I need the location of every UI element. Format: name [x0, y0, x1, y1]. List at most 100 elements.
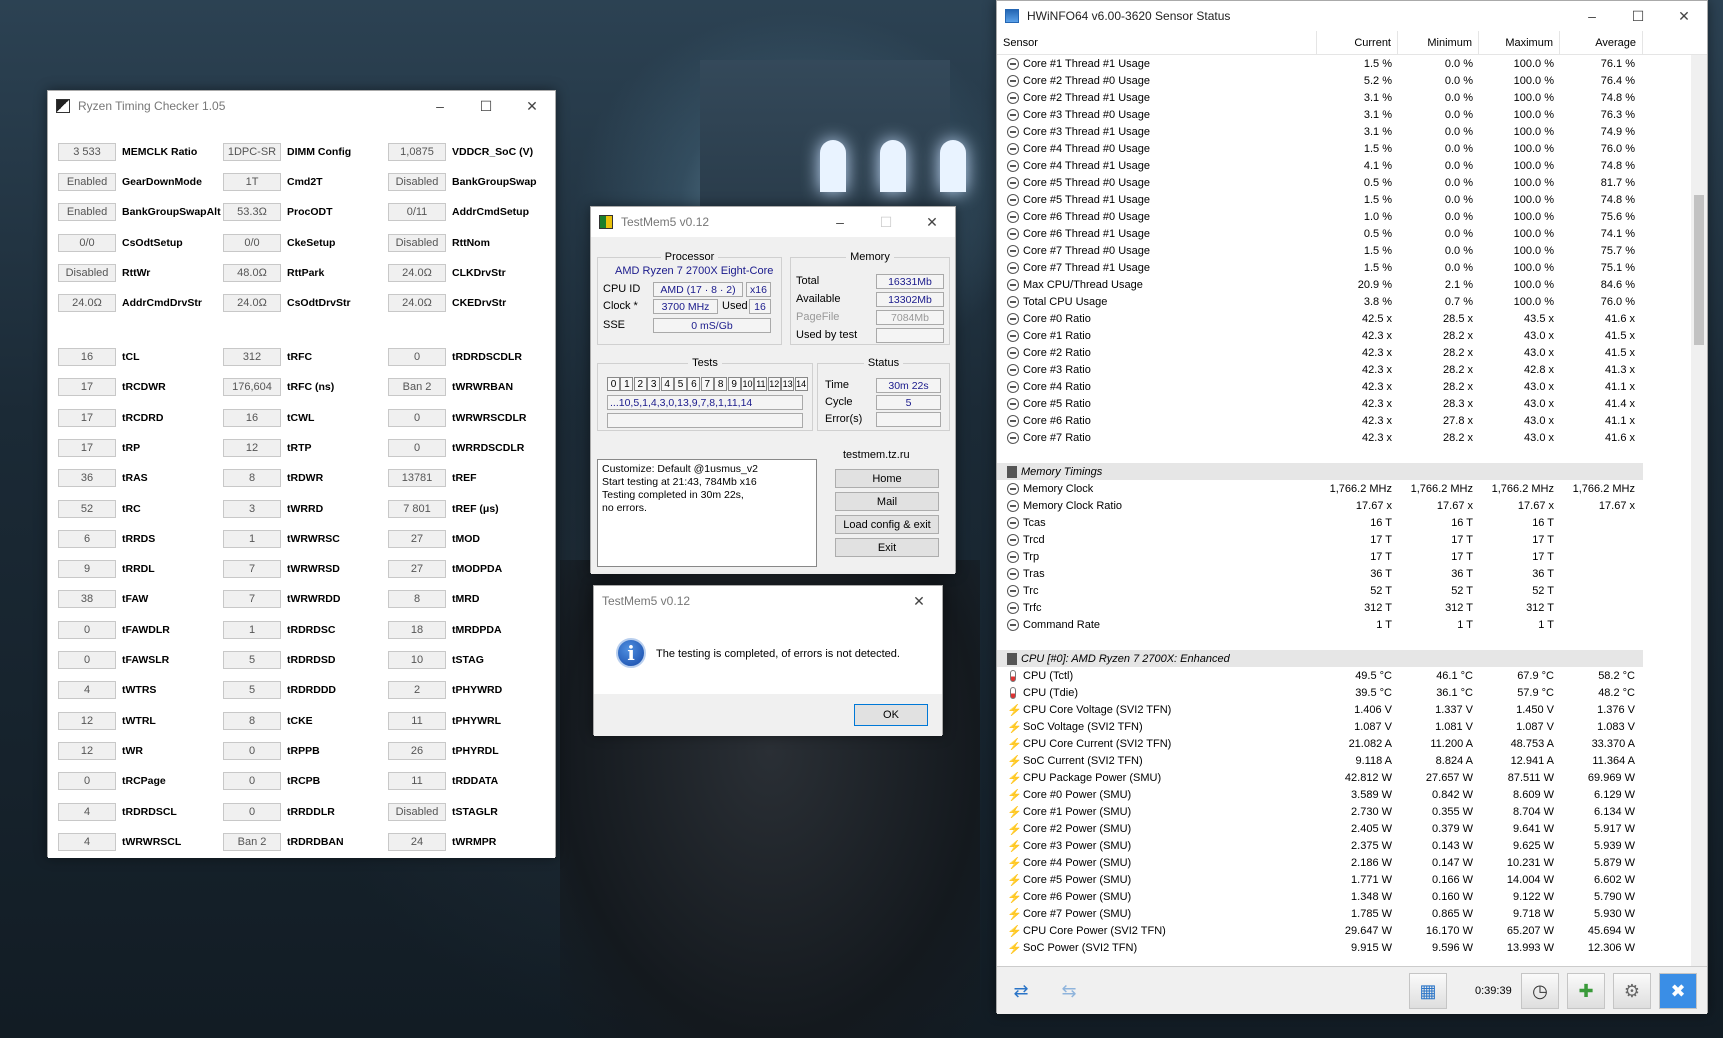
- sensor-row[interactable]: Command Rate 1 T 1 T 1 T: [997, 616, 1643, 633]
- sensor-minimum: 0.355 W: [1432, 805, 1473, 818]
- sensor-average: 17.67 x: [1598, 499, 1635, 512]
- sensor-row[interactable]: Core #6 Ratio 42.3 x 27.8 x 43.0 x 41.1 x: [997, 412, 1643, 429]
- timing-value: Enabled: [58, 203, 116, 222]
- close-button[interactable]: ✕: [509, 91, 555, 121]
- sensor-row[interactable]: ⚡ SoC Current (SVI2 TFN) 9.118 A 8.824 A 12.…: [997, 752, 1643, 769]
- sensor-row[interactable]: ⚡ Core #4 Power (SMU) 2.186 W 0.147 W 10.231…: [997, 854, 1643, 871]
- sensor-row[interactable]: Trfc 312 T 312 T 312 T: [997, 599, 1643, 616]
- maximize-button[interactable]: ☐: [1615, 1, 1661, 31]
- sensor-row[interactable]: Core #2 Thread #0 Usage 5.2 % 0.0 % 100.0 %…: [997, 72, 1643, 89]
- sensor-row[interactable]: ⚡ SoC Voltage (SVI2 TFN) 1.087 V 1.081 V 1.0…: [997, 718, 1643, 735]
- arrows-collapse-icon[interactable]: ⇆: [1049, 973, 1089, 1009]
- sensor-group-header[interactable]: CPU [#0]: AMD Ryzen 7 2700X: Enhanced: [997, 650, 1643, 667]
- sensor-row[interactable]: Trcd 17 T 17 T 17 T: [997, 531, 1643, 548]
- sensor-maximum: 100.0 %: [1513, 210, 1554, 223]
- load-config-exit-button[interactable]: Load config & exit: [835, 515, 939, 534]
- sensor-row[interactable]: Trp 17 T 17 T 17 T: [997, 548, 1643, 565]
- clock-icon: [1007, 193, 1019, 206]
- sensor-row[interactable]: Memory Clock Ratio 17.67 x 17.67 x 17.67 x 1…: [997, 497, 1643, 514]
- home-button[interactable]: Home: [835, 469, 939, 488]
- sensor-row[interactable]: ⚡ Core #2 Power (SMU) 2.405 W 0.379 W 9.641 …: [997, 820, 1643, 837]
- sensor-row[interactable]: ⚡ SoC Power (SVI2 TFN) 9.915 W 9.596 W 13.99…: [997, 939, 1643, 956]
- sensor-row[interactable]: Core #6 Thread #0 Usage 1.0 % 0.0 % 100.0 %…: [997, 208, 1643, 225]
- close-button[interactable]: ✕: [896, 586, 942, 616]
- sse-label: SSE: [603, 319, 626, 331]
- sensor-row[interactable]: Core #5 Thread #0 Usage 0.5 % 0.0 % 100.0 %…: [997, 174, 1643, 191]
- sensor-minimum: 17.67 x: [1436, 499, 1473, 512]
- sensor-row[interactable]: Core #5 Thread #1 Usage 1.5 % 0.0 % 100.0 %…: [997, 191, 1643, 208]
- sensor-row[interactable]: Core #3 Thread #1 Usage 3.1 % 0.0 % 100.0 %…: [997, 123, 1643, 140]
- close-button[interactable]: ✕: [1661, 1, 1707, 31]
- arrows-left-right-icon[interactable]: ⇄: [1001, 973, 1041, 1009]
- sensor-minimum: 8.824 A: [1435, 754, 1473, 767]
- sensor-row[interactable]: Max CPU/Thread Usage 20.9 % 2.1 % 100.0 % 84…: [997, 276, 1643, 293]
- vertical-scrollbar[interactable]: [1691, 55, 1707, 985]
- sensor-row[interactable]: ⚡ CPU Core Voltage (SVI2 TFN) 1.406 V 1.337…: [997, 701, 1643, 718]
- exit-button[interactable]: Exit: [835, 538, 939, 557]
- sensor-row[interactable]: Core #7 Thread #0 Usage 1.5 % 0.0 % 100.0 %…: [997, 242, 1643, 259]
- sensor-row[interactable]: Tras 36 T 36 T 36 T: [997, 565, 1643, 582]
- test-box: 8: [714, 377, 728, 391]
- sensor-group-header[interactable]: Memory Timings: [997, 463, 1643, 480]
- clock-icon: [1007, 414, 1019, 427]
- sensor-name: Trcd: [1023, 533, 1045, 546]
- test-log[interactable]: Customize: Default @1usmus_v2 Start test…: [597, 459, 817, 567]
- close-button[interactable]: ✕: [909, 207, 955, 237]
- header-sensor[interactable]: Sensor: [997, 31, 1317, 54]
- sensor-row[interactable]: Core #1 Ratio 42.3 x 28.2 x 43.0 x 41.5 x: [997, 327, 1643, 344]
- add-report-icon[interactable]: ✚: [1567, 973, 1605, 1009]
- maximize-button[interactable]: ☐: [463, 91, 509, 121]
- scrollbar-thumb[interactable]: [1694, 195, 1704, 345]
- sensor-row[interactable]: ⚡ Core #7 Power (SMU) 1.785 W 0.865 W 9.718 …: [997, 905, 1643, 922]
- sensor-row[interactable]: ⚡ Core #5 Power (SMU) 1.771 W 0.166 W 14.004…: [997, 871, 1643, 888]
- sensor-row[interactable]: Trc 52 T 52 T 52 T: [997, 582, 1643, 599]
- sensor-row[interactable]: Core #7 Thread #1 Usage 1.5 % 0.0 % 100.0 %…: [997, 259, 1643, 276]
- mail-button[interactable]: Mail: [835, 492, 939, 511]
- minimize-button[interactable]: –: [817, 207, 863, 237]
- clock-icon[interactable]: ◷: [1521, 973, 1559, 1009]
- sensor-row[interactable]: ⚡ Core #3 Power (SMU) 2.375 W 0.143 W 9.625 …: [997, 837, 1643, 854]
- dialog-titlebar[interactable]: TestMem5 v0.12 ✕: [594, 586, 942, 616]
- ok-button[interactable]: OK: [854, 704, 928, 726]
- minimize-button[interactable]: –: [1569, 1, 1615, 31]
- sensor-row[interactable]: ⚡ Core #0 Power (SMU) 3.589 W 0.842 W 8.609 …: [997, 786, 1643, 803]
- clock-icon: [1007, 397, 1019, 410]
- network-icon[interactable]: ▦: [1409, 973, 1447, 1009]
- sensor-row[interactable]: ⚡ CPU Core Current (SVI2 TFN) 21.082 A 11.2…: [997, 735, 1643, 752]
- sensor-row[interactable]: Core #1 Thread #1 Usage 1.5 % 0.0 % 100.0 %…: [997, 55, 1643, 72]
- sensor-row[interactable]: Total CPU Usage 3.8 % 0.7 % 100.0 % 76.0 %: [997, 293, 1643, 310]
- hwinfo-titlebar[interactable]: HWiNFO64 v6.00-3620 Sensor Status – ☐ ✕: [997, 1, 1707, 31]
- sensor-row[interactable]: Core #2 Ratio 42.3 x 28.2 x 43.0 x 41.5 x: [997, 344, 1643, 361]
- timing-value: Disabled: [388, 173, 446, 192]
- sensor-row[interactable]: Core #5 Ratio 42.3 x 28.3 x 43.0 x 41.4 x: [997, 395, 1643, 412]
- sensor-row[interactable]: Core #2 Thread #1 Usage 3.1 % 0.0 % 100.0 %…: [997, 89, 1643, 106]
- sensor-row[interactable]: Core #4 Ratio 42.3 x 28.2 x 43.0 x 41.1 x: [997, 378, 1643, 395]
- sensor-row[interactable]: Core #3 Ratio 42.3 x 28.2 x 42.8 x 41.3 x: [997, 361, 1643, 378]
- sensor-row[interactable]: Core #0 Ratio 42.5 x 28.5 x 43.5 x 41.6 x: [997, 310, 1643, 327]
- sensor-row[interactable]: ⚡ Core #6 Power (SMU) 1.348 W 0.160 W 9.122 …: [997, 888, 1643, 905]
- sensor-row[interactable]: Core #4 Thread #1 Usage 4.1 % 0.0 % 100.0 %…: [997, 157, 1643, 174]
- sensor-name: Core #7 Thread #0 Usage: [1023, 244, 1150, 257]
- sensor-row[interactable]: ⚡ Core #1 Power (SMU) 2.730 W 0.355 W 8.704 …: [997, 803, 1643, 820]
- sensor-row[interactable]: Core #7 Ratio 42.3 x 28.2 x 43.0 x 41.6 x: [997, 429, 1643, 446]
- minimize-button[interactable]: –: [417, 91, 463, 121]
- sensor-row[interactable]: ⚡ CPU Package Power (SMU) 42.812 W 27.657 W…: [997, 769, 1643, 786]
- sensor-row[interactable]: ⚡ CPU Core Power (SVI2 TFN) 29.647 W 16.170…: [997, 922, 1643, 939]
- header-minimum[interactable]: Minimum: [1398, 31, 1479, 54]
- sensor-current: 42.3 x: [1362, 329, 1392, 342]
- header-current[interactable]: Current: [1317, 31, 1398, 54]
- header-average[interactable]: Average: [1560, 31, 1643, 54]
- testmem-titlebar[interactable]: TestMem5 v0.12 – ☐ ✕: [591, 207, 955, 237]
- sensor-row[interactable]: Tcas 16 T 16 T 16 T: [997, 514, 1643, 531]
- close-sensors-icon[interactable]: ✖: [1659, 973, 1697, 1009]
- sensor-row[interactable]: Core #4 Thread #0 Usage 1.5 % 0.0 % 100.0 %…: [997, 140, 1643, 157]
- sensor-row[interactable]: CPU (Tdie) 39.5 °C 36.1 °C 57.9 °C 48.2 °C: [997, 684, 1643, 701]
- gear-icon[interactable]: ⚙: [1613, 973, 1651, 1009]
- sensor-row[interactable]: Core #3 Thread #0 Usage 3.1 % 0.0 % 100.0 %…: [997, 106, 1643, 123]
- header-maximum[interactable]: Maximum: [1479, 31, 1560, 54]
- rtc-titlebar[interactable]: Ryzen Timing Checker 1.05 – ☐ ✕: [48, 91, 555, 121]
- sensor-row[interactable]: Core #6 Thread #1 Usage 0.5 % 0.0 % 100.0 %…: [997, 225, 1643, 242]
- sensor-name-cell: Core #5 Thread #1 Usage: [997, 193, 1317, 206]
- sensor-row[interactable]: CPU (Tctl) 49.5 °C 46.1 °C 67.9 °C 58.2 °C: [997, 667, 1643, 684]
- sensor-row[interactable]: Memory Clock 1,766.2 MHz 1,766.2 MHz 1,766.…: [997, 480, 1643, 497]
